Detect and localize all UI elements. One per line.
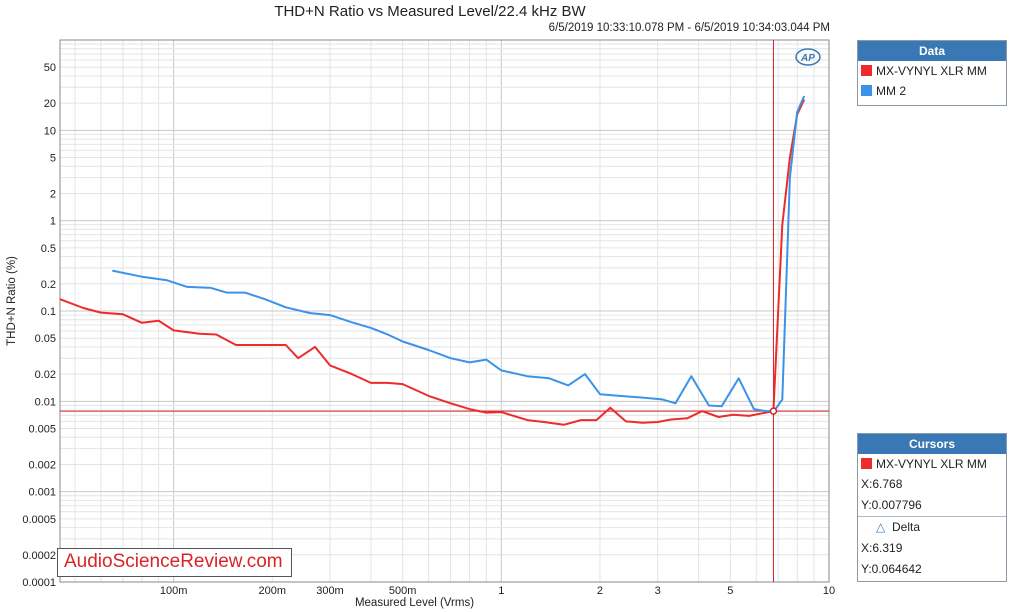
y-tick-label: 20 bbox=[44, 98, 56, 110]
y-tick-label: 0.5 bbox=[41, 243, 56, 255]
cursor-marker bbox=[769, 407, 778, 415]
legend-label: MM 2 bbox=[876, 84, 906, 98]
y-tick-label: 1 bbox=[50, 216, 56, 228]
legend-header: Data bbox=[858, 41, 1006, 61]
y-tick-label: 0.0002 bbox=[22, 550, 56, 562]
x-tick-label: 300m bbox=[316, 585, 344, 597]
y-tick-label: 0.02 bbox=[35, 369, 56, 381]
x-tick-label: 200m bbox=[259, 585, 287, 597]
x-tick-label: 10 bbox=[823, 585, 835, 597]
y-tick-label: 0.01 bbox=[35, 396, 56, 408]
y-tick-label: 2 bbox=[50, 188, 56, 200]
legend-swatch-blue bbox=[861, 85, 872, 96]
y-tick-label: 0.005 bbox=[28, 424, 56, 436]
cursors-header: Cursors bbox=[858, 434, 1006, 454]
delta-triangle-icon: △ bbox=[876, 520, 886, 534]
cursor-y-readout: Y:0.007796 bbox=[861, 498, 922, 512]
cursor-swatch-red bbox=[861, 458, 872, 469]
legend-swatch-red bbox=[861, 65, 872, 76]
delta-y-readout: Y:0.064642 bbox=[861, 562, 922, 576]
watermark: AudioScienceReview.com bbox=[57, 548, 292, 577]
y-tick-label: 50 bbox=[44, 62, 56, 74]
cursor-series-row[interactable]: MX-VYNYL XLR MM bbox=[858, 454, 1006, 474]
delta-label: Delta bbox=[892, 520, 921, 534]
y-tick-label: 0.0001 bbox=[22, 577, 56, 589]
x-tick-label: 3 bbox=[655, 585, 661, 597]
x-tick-label: 5 bbox=[727, 585, 733, 597]
y-tick-label: 0.0005 bbox=[22, 514, 56, 526]
cursors-panel: Cursors MX-VYNYL XLR MM X:6.768 Y:0.0077… bbox=[857, 433, 1007, 582]
x-axis-label: Measured Level (Vrms) bbox=[355, 597, 474, 609]
cursor-x-readout: X:6.768 bbox=[861, 477, 903, 491]
legend-item-mx-vynyl[interactable]: MX-VYNYL XLR MM bbox=[858, 61, 1006, 81]
y-tick-label: 0.2 bbox=[41, 279, 56, 291]
x-tick-label: 1 bbox=[498, 585, 504, 597]
y-tick-label: 0.002 bbox=[28, 459, 56, 471]
ap-logo-text: AP bbox=[800, 53, 815, 64]
delta-row: △ Delta bbox=[858, 516, 1006, 538]
y-tick-label: 5 bbox=[50, 153, 56, 165]
legend-panel: Data MX-VYNYL XLR MM MM 2 bbox=[857, 40, 1007, 106]
x-tick-label: 500m bbox=[389, 585, 417, 597]
x-tick-label: 100m bbox=[160, 585, 188, 597]
y-tick-label: 10 bbox=[44, 125, 56, 137]
legend-label: MX-VYNYL XLR MM bbox=[876, 64, 987, 78]
y-tick-label: 0.05 bbox=[35, 333, 56, 345]
x-tick-label: 2 bbox=[597, 585, 603, 597]
legend-item-mm2[interactable]: MM 2 bbox=[858, 81, 1006, 101]
y-tick-label: 0.1 bbox=[41, 306, 56, 318]
y-tick-label: 0.001 bbox=[28, 487, 56, 499]
cursor-series-label: MX-VYNYL XLR MM bbox=[876, 457, 987, 471]
delta-x-readout: X:6.319 bbox=[861, 541, 903, 555]
y-axis-label: THD+N Ratio (%) bbox=[6, 256, 18, 346]
